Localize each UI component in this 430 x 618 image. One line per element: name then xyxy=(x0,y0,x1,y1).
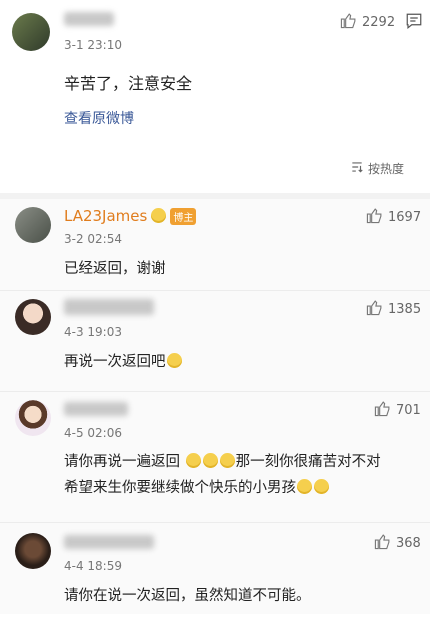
emoji-icon xyxy=(166,353,182,368)
emoji-icon xyxy=(151,208,167,223)
blurred-username xyxy=(64,402,128,416)
sort-icon xyxy=(350,160,364,177)
comment-item: 368 4-4 18:59 请你在说一次返回，虽然知道不可能。 xyxy=(0,523,430,614)
comment-time: 4-3 19:03 xyxy=(64,325,122,339)
sort-by-hot-button[interactable]: 按热度 xyxy=(350,160,404,177)
post-time: 3-1 23:10 xyxy=(64,38,122,52)
comment-text: 已经返回，谢谢 xyxy=(64,261,166,277)
emoji-icon xyxy=(219,453,235,468)
comment-icon[interactable] xyxy=(405,12,423,34)
author-badge: 博主 xyxy=(170,208,197,225)
view-original-link[interactable]: 查看原微博 xyxy=(64,108,134,128)
thumbs-up-icon xyxy=(374,533,391,554)
blurred-username xyxy=(64,299,154,315)
comment-text-line-1: 请你再说一遍返回 那一刻你很痛苦对不对 xyxy=(64,453,381,470)
like-count: 2292 xyxy=(362,15,396,30)
comment-item: LA23James 博主 1697 3-2 02:54 已经返回，谢谢 xyxy=(0,199,430,291)
comment-like-button[interactable]: 1385 xyxy=(366,299,421,320)
comment-time: 3-2 02:54 xyxy=(64,232,122,246)
comment-item: 701 4-5 02:06 请你再说一遍返回 那一刻你很痛苦对不对 希望来生你要… xyxy=(0,392,430,523)
thumbs-up-icon xyxy=(366,299,383,320)
blurred-username xyxy=(64,535,154,549)
comment-like-button[interactable]: 1697 xyxy=(366,207,421,228)
blurred-username xyxy=(64,12,114,26)
emoji-icon xyxy=(314,479,329,494)
thumbs-up-icon xyxy=(340,12,357,33)
avatar[interactable] xyxy=(15,207,51,243)
emoji-icon xyxy=(185,453,201,468)
comment-time: 4-5 02:06 xyxy=(64,426,122,440)
comment-like-button[interactable]: 368 xyxy=(374,533,421,554)
avatar[interactable] xyxy=(15,533,51,569)
comment-text-line-2: 希望来生你要继续做个快乐的小男孩 xyxy=(64,476,330,497)
commenter-name[interactable]: LA23James 博主 xyxy=(64,207,197,225)
avatar[interactable] xyxy=(15,299,51,335)
avatar[interactable] xyxy=(15,400,51,436)
post-like-button[interactable]: 2292 xyxy=(340,12,395,33)
comment-item: 1385 4-3 19:03 再说一次返回吧 xyxy=(0,291,430,392)
post-text: 辛苦了，注意安全 xyxy=(64,74,193,93)
post-card: 3-1 23:10 2292 辛苦了，注意安全 查看原微博 按热度 xyxy=(0,0,430,193)
emoji-icon xyxy=(202,453,218,468)
emoji-icon xyxy=(297,479,312,494)
thumbs-up-icon xyxy=(366,207,383,228)
avatar[interactable] xyxy=(12,13,50,51)
comment-like-button[interactable]: 701 xyxy=(374,400,421,421)
comment-text: 再说一次返回吧 xyxy=(64,350,183,371)
thumbs-up-icon xyxy=(374,400,391,421)
comment-time: 4-4 18:59 xyxy=(64,559,122,573)
comment-text: 请你在说一次返回，虽然知道不可能。 xyxy=(64,588,311,604)
